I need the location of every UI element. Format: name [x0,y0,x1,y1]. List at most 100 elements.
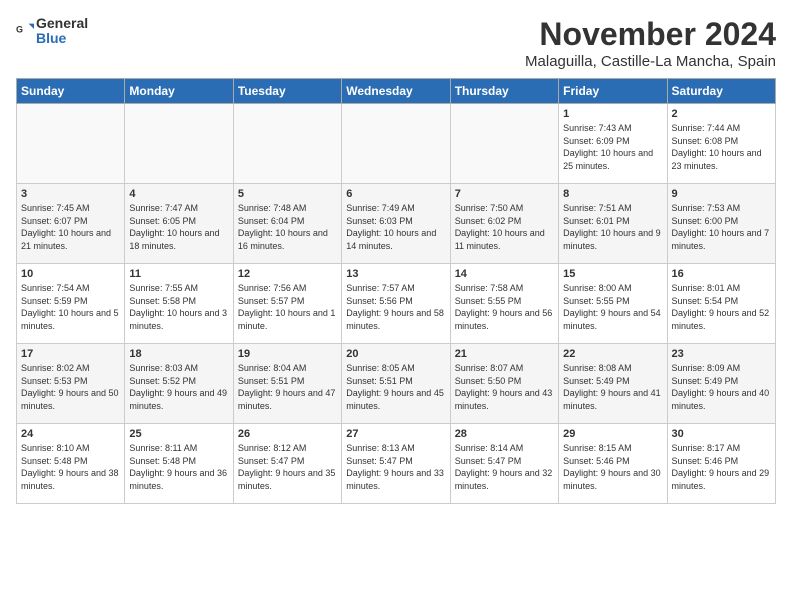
header-row: SundayMondayTuesdayWednesdayThursdayFrid… [17,79,776,104]
day-number: 15 [563,268,662,280]
page-header: G General Blue November 2024 Malaguilla,… [16,16,776,70]
day-number: 26 [238,428,337,440]
calendar-cell: 15 Sunrise: 8:00 AM Sunset: 5:55 PM Dayli… [559,264,667,344]
location-title: Malaguilla, Castille-La Mancha, Spain [525,53,776,70]
day-info: Sunrise: 7:51 AM Sunset: 6:01 PM Dayligh… [563,202,662,252]
day-info: Sunrise: 7:54 AM Sunset: 5:59 PM Dayligh… [21,282,120,332]
day-info: Sunrise: 8:12 AM Sunset: 5:47 PM Dayligh… [238,442,337,492]
calendar-cell: 4 Sunrise: 7:47 AM Sunset: 6:05 PM Daylig… [125,184,233,264]
header-cell-tuesday: Tuesday [233,79,341,104]
calendar-row-3: 17Sunrise: 8:02 AM Sunset: 5:53 PM Dayli… [17,344,776,424]
day-info: Sunrise: 7:47 AM Sunset: 6:05 PM Dayligh… [129,202,228,252]
calendar-cell [233,104,341,184]
day-number: 1 [563,108,662,120]
day-number: 14 [455,268,554,280]
header-cell-wednesday: Wednesday [342,79,450,104]
calendar-cell: 11 Sunrise: 7:55 AM Sunset: 5:58 PM Dayli… [125,264,233,344]
header-cell-saturday: Saturday [667,79,775,104]
day-number: 9 [672,188,771,200]
day-info: Sunrise: 7:55 AM Sunset: 5:58 PM Dayligh… [129,282,228,332]
calendar-cell: 14 Sunrise: 7:58 AM Sunset: 5:55 PM Dayli… [450,264,558,344]
calendar-cell: 1 Sunrise: 7:43 AM Sunset: 6:09 PM Daylig… [559,104,667,184]
calendar-row-1: 3Sunrise: 7:45 AM Sunset: 6:07 PM Daylig… [17,184,776,264]
calendar-cell: 28 Sunrise: 8:14 AM Sunset: 5:47 PM Dayli… [450,424,558,504]
day-info: Sunrise: 7:57 AM Sunset: 5:56 PM Dayligh… [346,282,445,332]
calendar-cell: 25 Sunrise: 8:11 AM Sunset: 5:48 PM Dayli… [125,424,233,504]
calendar-cell: 13 Sunrise: 7:57 AM Sunset: 5:56 PM Dayli… [342,264,450,344]
logo-blue: Blue [36,31,88,46]
day-info: Sunrise: 7:53 AM Sunset: 6:00 PM Dayligh… [672,202,771,252]
day-number: 16 [672,268,771,280]
calendar-cell: 22 Sunrise: 8:08 AM Sunset: 5:49 PM Dayli… [559,344,667,424]
day-info: Sunrise: 8:13 AM Sunset: 5:47 PM Dayligh… [346,442,445,492]
header-cell-monday: Monday [125,79,233,104]
calendar-cell: 19Sunrise: 8:04 AM Sunset: 5:51 PM Dayli… [233,344,341,424]
day-info: Sunrise: 7:48 AM Sunset: 6:04 PM Dayligh… [238,202,337,252]
day-number: 6 [346,188,445,200]
calendar-table: SundayMondayTuesdayWednesdayThursdayFrid… [16,78,776,504]
day-info: Sunrise: 8:15 AM Sunset: 5:46 PM Dayligh… [563,442,662,492]
calendar-cell: 30Sunrise: 8:17 AM Sunset: 5:46 PM Dayli… [667,424,775,504]
day-info: Sunrise: 8:05 AM Sunset: 5:51 PM Dayligh… [346,362,445,412]
day-info: Sunrise: 8:00 AM Sunset: 5:55 PM Dayligh… [563,282,662,332]
calendar-row-2: 10 Sunrise: 7:54 AM Sunset: 5:59 PM Dayli… [17,264,776,344]
day-info: Sunrise: 8:10 AM Sunset: 5:48 PM Dayligh… [21,442,120,492]
title-section: November 2024 Malaguilla, Castille-La Ma… [525,16,776,70]
day-number: 7 [455,188,554,200]
calendar-body: 1 Sunrise: 7:43 AM Sunset: 6:09 PM Daylig… [17,104,776,504]
day-number: 25 [129,428,228,440]
logo-icon: G [16,20,34,38]
day-number: 28 [455,428,554,440]
calendar-cell: 24 Sunrise: 8:10 AM Sunset: 5:48 PM Dayli… [17,424,125,504]
logo-general: General [36,16,88,31]
day-info: Sunrise: 7:50 AM Sunset: 6:02 PM Dayligh… [455,202,554,252]
calendar-cell: 7 Sunrise: 7:50 AM Sunset: 6:02 PM Daylig… [450,184,558,264]
day-info: Sunrise: 8:04 AM Sunset: 5:51 PM Dayligh… [238,362,337,412]
day-info: Sunrise: 7:49 AM Sunset: 6:03 PM Dayligh… [346,202,445,252]
logo: G General Blue [16,16,88,47]
day-number: 8 [563,188,662,200]
svg-text:G: G [16,24,23,34]
calendar-cell: 10 Sunrise: 7:54 AM Sunset: 5:59 PM Dayli… [17,264,125,344]
calendar-cell [342,104,450,184]
header-cell-friday: Friday [559,79,667,104]
day-info: Sunrise: 8:14 AM Sunset: 5:47 PM Dayligh… [455,442,554,492]
calendar-cell: 26 Sunrise: 8:12 AM Sunset: 5:47 PM Dayli… [233,424,341,504]
day-info: Sunrise: 7:45 AM Sunset: 6:07 PM Dayligh… [21,202,120,252]
day-number: 30 [672,428,771,440]
day-number: 22 [563,348,662,360]
day-number: 29 [563,428,662,440]
day-info: Sunrise: 7:43 AM Sunset: 6:09 PM Dayligh… [563,122,662,172]
day-info: Sunrise: 7:58 AM Sunset: 5:55 PM Dayligh… [455,282,554,332]
calendar-cell: 6 Sunrise: 7:49 AM Sunset: 6:03 PM Daylig… [342,184,450,264]
day-number: 5 [238,188,337,200]
day-info: Sunrise: 8:07 AM Sunset: 5:50 PM Dayligh… [455,362,554,412]
calendar-cell: 16 Sunrise: 8:01 AM Sunset: 5:54 PM Dayli… [667,264,775,344]
day-number: 24 [21,428,120,440]
calendar-cell: 23Sunrise: 8:09 AM Sunset: 5:49 PM Dayli… [667,344,775,424]
day-number: 27 [346,428,445,440]
calendar-cell: 18Sunrise: 8:03 AM Sunset: 5:52 PM Dayli… [125,344,233,424]
calendar-row-4: 24 Sunrise: 8:10 AM Sunset: 5:48 PM Dayli… [17,424,776,504]
day-number: 11 [129,268,228,280]
header-cell-sunday: Sunday [17,79,125,104]
day-number: 17 [21,348,120,360]
day-number: 20 [346,348,445,360]
calendar-cell: 12Sunrise: 7:56 AM Sunset: 5:57 PM Dayli… [233,264,341,344]
day-number: 13 [346,268,445,280]
calendar-cell: 20 Sunrise: 8:05 AM Sunset: 5:51 PM Dayli… [342,344,450,424]
header-cell-thursday: Thursday [450,79,558,104]
day-number: 23 [672,348,771,360]
day-number: 10 [21,268,120,280]
day-number: 2 [672,108,771,120]
day-number: 4 [129,188,228,200]
calendar-cell: 29 Sunrise: 8:15 AM Sunset: 5:46 PM Dayli… [559,424,667,504]
calendar-row-0: 1 Sunrise: 7:43 AM Sunset: 6:09 PM Daylig… [17,104,776,184]
calendar-cell [17,104,125,184]
calendar-cell: 5 Sunrise: 7:48 AM Sunset: 6:04 PM Daylig… [233,184,341,264]
day-info: Sunrise: 8:08 AM Sunset: 5:49 PM Dayligh… [563,362,662,412]
calendar-cell: 2Sunrise: 7:44 AM Sunset: 6:08 PM Daylig… [667,104,775,184]
day-info: Sunrise: 8:01 AM Sunset: 5:54 PM Dayligh… [672,282,771,332]
day-info: Sunrise: 8:11 AM Sunset: 5:48 PM Dayligh… [129,442,228,492]
calendar-cell: 17Sunrise: 8:02 AM Sunset: 5:53 PM Dayli… [17,344,125,424]
